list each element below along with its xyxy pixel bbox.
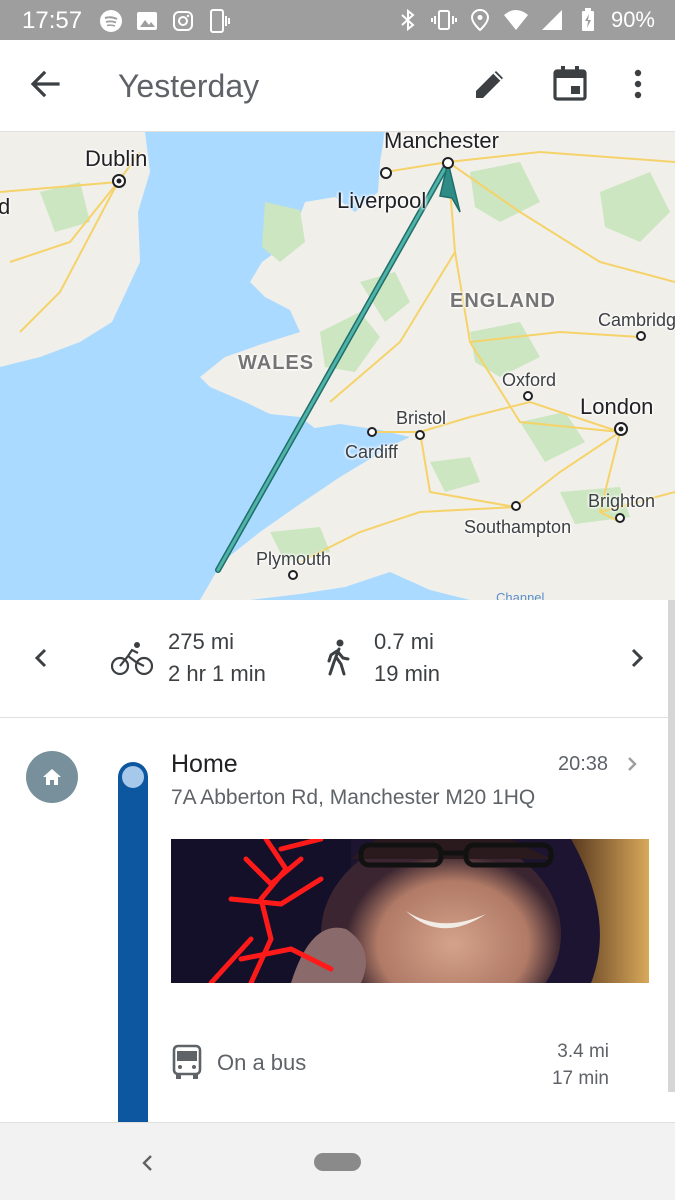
bicycle-icon (110, 642, 154, 676)
cycling-summary: 275 mi 2 hr 1 min (110, 626, 266, 690)
more-vert-icon (634, 69, 642, 99)
chevron-right-icon (628, 757, 637, 771)
vibrate-icon (430, 7, 457, 33)
image-icon (134, 8, 160, 34)
walking-distance: 0.7 mi (374, 629, 434, 654)
scrollbar[interactable] (668, 600, 675, 1092)
app-bar: Yesterday (0, 40, 675, 132)
instagram-icon (170, 8, 196, 34)
edit-button[interactable] (470, 64, 510, 104)
status-system-icons: 90% (395, 7, 655, 33)
transit-stats: 3.4 mi 17 min (552, 1038, 609, 1092)
battery-icon (575, 7, 601, 33)
next-day-button[interactable] (622, 640, 652, 676)
home-place-badge (26, 751, 78, 803)
battery-percentage: 90% (610, 7, 655, 32)
map-label-edge: d (0, 194, 11, 219)
transit-duration: 17 min (551, 1068, 609, 1089)
system-home-pill[interactable] (314, 1153, 361, 1171)
status-notification-icons (98, 8, 232, 34)
map-label-cambridge: Cambridg (598, 310, 675, 330)
calendar-icon (553, 66, 587, 101)
status-bar: 17:57 90% (0, 0, 675, 40)
spotify-icon (98, 8, 124, 34)
page-title: Yesterday (118, 68, 260, 104)
phone-vibrate-icon (206, 8, 232, 34)
map-label-england: ENGLAND (450, 290, 556, 312)
location-icon (467, 7, 493, 33)
back-arrow-icon (30, 70, 60, 98)
map-label-brighton: Brighton (588, 491, 656, 511)
map-label-dublin: Dublin (85, 146, 148, 171)
system-nav-bar (0, 1122, 675, 1200)
map-label-london: London (580, 394, 654, 419)
cycling-duration: 2 hr 1 min (168, 661, 266, 686)
wifi-icon (503, 7, 529, 33)
calendar-button[interactable] (550, 64, 590, 104)
route-map[interactable]: Manchester Dublin Liverpool d ENGLAND Ca… (0, 132, 675, 600)
map-label-liverpool: Liverpool (337, 188, 427, 213)
map-label-wales: WALES (238, 352, 315, 374)
pencil-icon (476, 71, 503, 98)
timeline-track (118, 762, 148, 1122)
place-address: 7A Abberton Rd, Manchester M20 1HQ (171, 786, 536, 809)
cycling-distance: 275 mi (168, 629, 235, 654)
map-label-oxford: Oxford (502, 370, 557, 390)
photo-image (171, 839, 649, 983)
walking-summary: 0.7 mi 19 min (316, 626, 440, 690)
map-label-manchester: Manchester (384, 132, 499, 153)
bluetooth-icon (395, 7, 421, 33)
system-back-button[interactable] (136, 1149, 158, 1177)
bus-icon (170, 1042, 204, 1082)
map-label-cardiff: Cardiff (345, 442, 398, 462)
status-time: 17:57 (22, 7, 83, 34)
more-options-button[interactable] (622, 64, 654, 104)
transit-mode-label[interactable]: On a bus (217, 1050, 306, 1076)
map-label-plymouth: Plymouth (256, 549, 332, 569)
timeline-stop-marker (122, 766, 144, 788)
place-name[interactable]: Home (171, 750, 238, 779)
walking-duration: 19 min (374, 661, 441, 686)
timeline-list: Home 20:38 7A Abberton Rd, Manchester M2… (0, 718, 668, 1122)
transit-distance: 3.4 mi (557, 1041, 609, 1062)
walking-icon (327, 639, 350, 676)
place-time: 20:38 (558, 753, 609, 775)
chevron-left-icon (34, 648, 47, 668)
day-summary: 275 mi 2 hr 1 min 0.7 mi 19 min (0, 600, 668, 718)
previous-day-button[interactable] (26, 640, 56, 676)
signal-icon (539, 7, 565, 33)
visit-photo[interactable] (171, 839, 649, 983)
chevron-right-icon (631, 648, 644, 668)
map-label-channel: Channel (496, 590, 545, 600)
chevron-left-icon (142, 1155, 152, 1171)
map-label-southampton: Southampton (464, 517, 572, 537)
back-button[interactable] (26, 64, 66, 104)
home-icon (43, 769, 61, 785)
map-label-bristol: Bristol (396, 408, 447, 428)
place-details-button[interactable] (622, 752, 642, 776)
